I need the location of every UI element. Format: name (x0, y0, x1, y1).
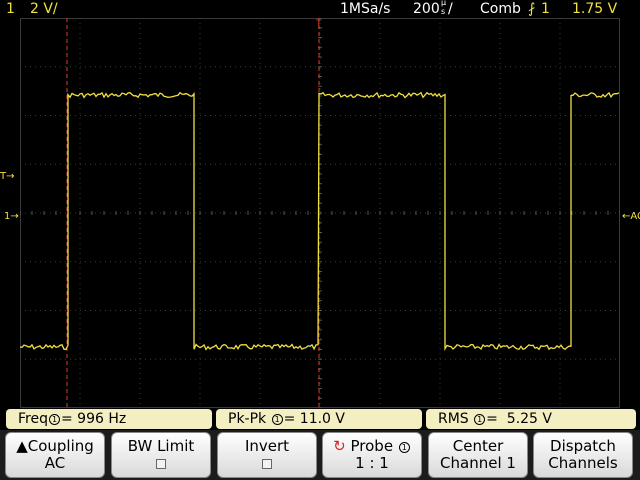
time-unit-bottom: s (441, 7, 446, 16)
dispatch-channels-button[interactable]: Dispatch Channels (533, 432, 633, 478)
softkey-bar: ▲Coupling AC BW Limit Invert ↻ Probe 1 1… (0, 430, 640, 480)
graticule (20, 18, 620, 408)
time-per-div: 200 (413, 1, 440, 17)
invert-checkbox[interactable] (262, 459, 272, 469)
bw-limit-checkbox[interactable] (156, 459, 166, 469)
invert-button[interactable]: Invert (217, 432, 317, 478)
measurement-bar: Freq 1 = 996 Hz Pk-Pk 1 = 11.0 V RMS 1 = 5.2… (0, 408, 640, 430)
trigger-level: 1.75 V (572, 1, 618, 17)
volts-per-div: 2 V/ (30, 1, 58, 17)
bw-limit-button[interactable]: BW Limit (111, 432, 211, 478)
acquisition-mode: Comb (480, 1, 521, 17)
coupling-button[interactable]: ▲Coupling AC (5, 432, 105, 478)
sample-rate: 1MSa/s (340, 1, 391, 17)
rms-measurement: RMS 1 = 5.25 V (426, 409, 636, 429)
time-unit-top: µ (441, 0, 447, 7)
trigger-level-marker[interactable]: T→ (0, 172, 15, 182)
center-channel-button[interactable]: Center Channel 1 (428, 432, 528, 478)
channel-ground-marker[interactable]: 1→ (4, 212, 19, 222)
trigger-source: 1 (541, 1, 550, 17)
status-bar: 1 2 V/ 1MSa/s 200 µ s / Comb ⨏ 1 1.75 V (0, 0, 640, 18)
trigger-position-marker[interactable]: T (316, 19, 322, 29)
channel-number: 1 (6, 1, 15, 17)
freq-measurement: Freq 1 = 996 Hz (6, 409, 212, 429)
rotate-knob-icon: ↻ (333, 437, 346, 455)
pkpk-measurement: Pk-Pk 1 = 11.0 V (216, 409, 422, 429)
probe-button[interactable]: ↻ Probe 1 1 : 1 (322, 432, 422, 478)
trigger-edge-icon: ⨏ (528, 1, 536, 17)
ac-coupling-marker: ←AC (622, 211, 640, 222)
waveform-display[interactable] (20, 18, 620, 408)
